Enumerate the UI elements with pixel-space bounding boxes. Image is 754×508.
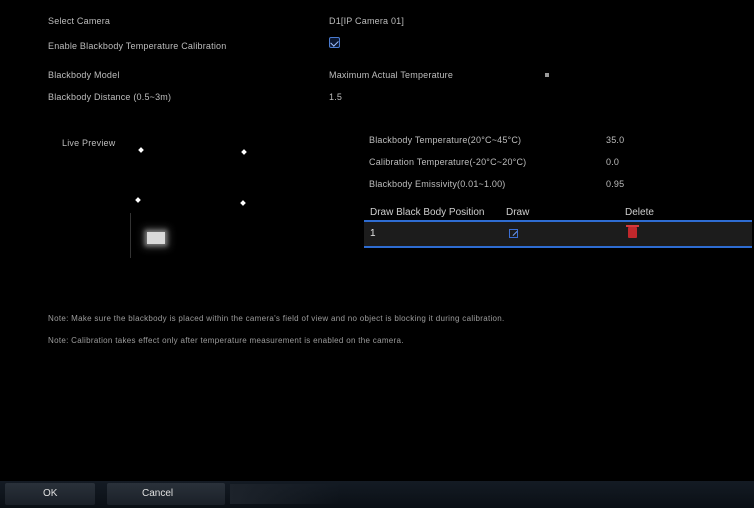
select-camera-dropdown[interactable]: D1[IP Camera 01] <box>329 16 404 26</box>
blackbody-model-label: Blackbody Model <box>48 70 120 80</box>
header-delete: Delete <box>625 207 654 218</box>
blackbody-distance-label: Blackbody Distance (0.5~3m) <box>48 92 172 102</box>
header-position: Draw Black Body Position <box>370 207 485 218</box>
blackbody-temperature-input[interactable]: 35.0 <box>606 135 624 145</box>
table-header: Draw Black Body Position Draw Delete <box>364 205 752 222</box>
blackbody-model-dropdown[interactable]: Maximum Actual Temperature <box>329 70 453 80</box>
header-draw: Draw <box>506 207 530 218</box>
calibration-temperature-input[interactable]: 0.0 <box>606 157 619 167</box>
calibration-temperature-label: Calibration Temperature(-20°C~20°C) <box>369 157 527 167</box>
region-corner-handle[interactable] <box>138 147 144 153</box>
region-corner-handle[interactable] <box>240 200 246 206</box>
trash-icon[interactable] <box>626 225 639 238</box>
blackbody-position-table: Draw Black Body Position Draw Delete 1 <box>364 205 752 248</box>
preview-label: Live Preview <box>62 138 116 148</box>
note-calibration: Note: Calibration takes effect only afte… <box>48 336 404 345</box>
blackbody-temperature-label: Blackbody Temperature(20°C~45°C) <box>369 135 522 145</box>
enable-calibration-label: Enable Blackbody Temperature Calibration <box>48 41 227 51</box>
row-index: 1 <box>370 228 376 239</box>
blackbody-marker[interactable] <box>147 232 165 244</box>
chevron-down-icon[interactable] <box>545 73 549 77</box>
blackbody-emissivity-input[interactable]: 0.95 <box>606 179 624 189</box>
blackbody-distance-input[interactable]: 1.5 <box>329 92 342 102</box>
select-camera-label: Select Camera <box>48 16 111 26</box>
ok-button[interactable]: OK <box>5 483 95 505</box>
table-row[interactable]: 1 <box>364 222 752 248</box>
footer-fade <box>230 484 340 504</box>
blackbody-emissivity-label: Blackbody Emissivity(0.01~1.00) <box>369 179 506 189</box>
note-field-of-view: Note: Make sure the blackbody is placed … <box>48 314 505 323</box>
region-corner-handle[interactable] <box>241 149 247 155</box>
enable-calibration-checkbox[interactable] <box>329 37 340 48</box>
edit-icon[interactable] <box>509 229 518 238</box>
region-corner-handle[interactable] <box>135 197 141 203</box>
cancel-button[interactable]: Cancel <box>107 483 225 505</box>
